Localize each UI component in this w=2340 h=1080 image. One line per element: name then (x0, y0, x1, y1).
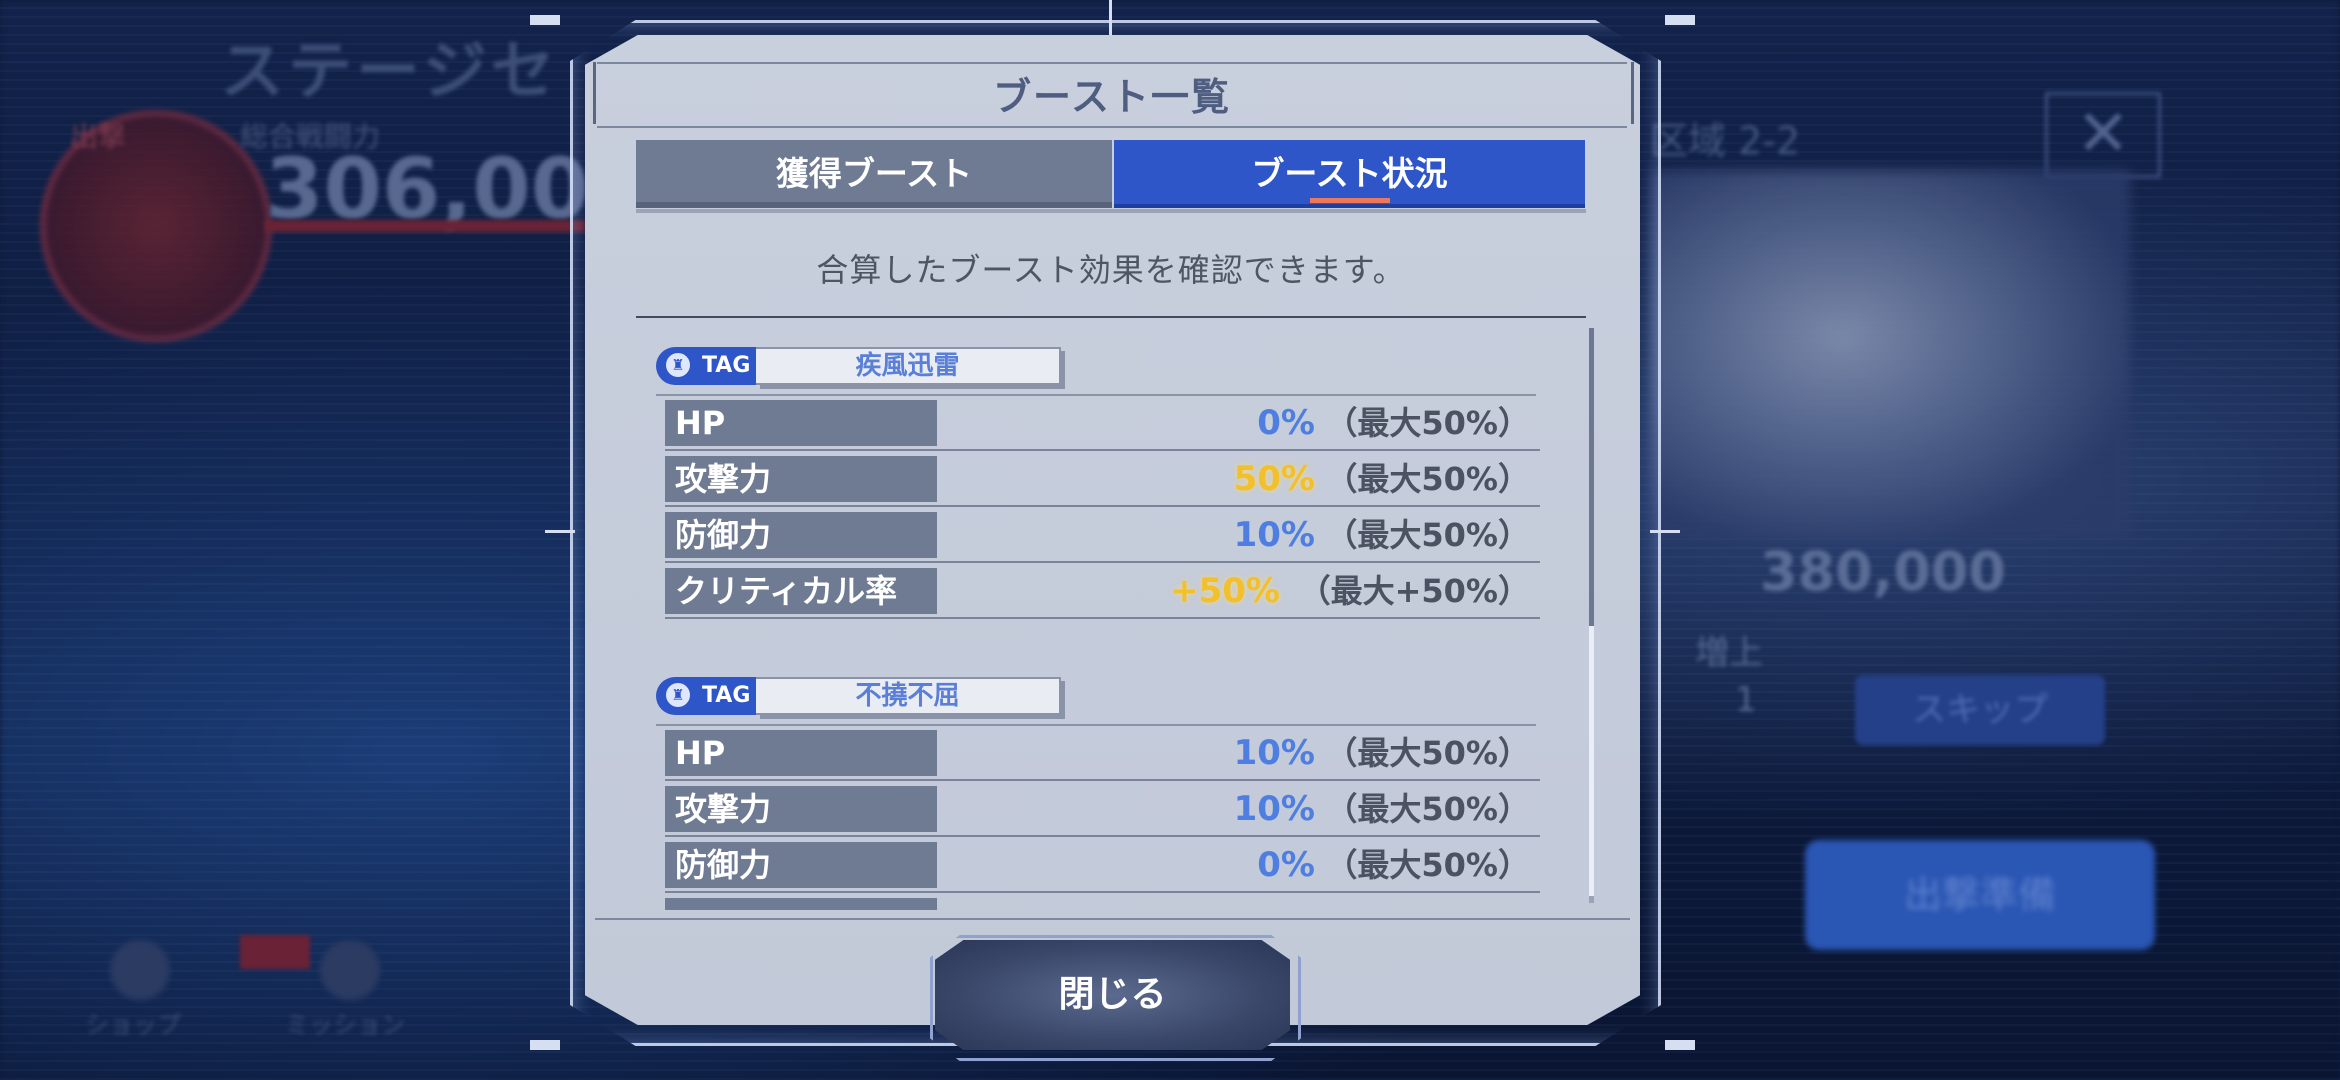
stat-row: 攻撃力 10% （最大50%） (665, 786, 1540, 837)
stat-row: HP 10% （最大50%） (665, 730, 1540, 781)
bg-sortie-button: 出撃準備 (1805, 840, 2155, 950)
tag-badge: ♜ TAG (656, 677, 756, 715)
stat-max: （最大50%） (1325, 790, 1530, 828)
row-divider (665, 835, 1540, 837)
stat-max: （最大50%） (1325, 404, 1530, 442)
bg-increase-label: 増上 (1695, 633, 1763, 673)
row-divider (665, 617, 1540, 619)
bg-new-badge (240, 935, 310, 969)
stat-label: 防御力 (665, 512, 937, 558)
tag-name: 不撓不屈 (756, 677, 1061, 715)
frame-corner-tl (530, 15, 560, 25)
stat-row: 防御力 10% （最大50%） (665, 512, 1540, 563)
stat-max: （最大50%） (1325, 846, 1530, 884)
frame-tick-left (545, 530, 575, 533)
tag-badge: ♜ TAG (656, 347, 756, 385)
description-text: 合算したブースト効果を確認できます。 (816, 251, 1406, 289)
active-tab-indicator (1310, 198, 1390, 203)
row-divider (665, 505, 1540, 507)
stat-value: +50% (1170, 571, 1280, 611)
bg-shop-label: ショップ (85, 1011, 181, 1039)
stat-label: 攻撃力 (665, 786, 937, 832)
bg-stage-title: ステージセ (220, 35, 559, 109)
dialog-title: ブースト一覧 (992, 75, 1232, 119)
bg-unit-image (1650, 170, 2130, 540)
close-button[interactable]: 閉じる (935, 940, 1290, 1050)
tab-acquired-boost[interactable]: 獲得ブースト (636, 140, 1112, 208)
bg-power-label: 出撃 (70, 120, 127, 153)
bg-unit-power: 380,000 (1760, 540, 2006, 603)
bg-shop-icon (110, 940, 170, 1000)
stat-label-partial (665, 898, 937, 910)
stat-value: 50% (1233, 459, 1315, 499)
bg-mission-icon (320, 940, 380, 1000)
tag-badge-label: TAG (702, 683, 751, 708)
content-separator (636, 316, 1586, 318)
stat-value: 10% (1233, 733, 1315, 773)
frame-corner-bl (530, 1040, 560, 1050)
tag-underline (656, 394, 1536, 396)
bg-mission-label: ミッション (285, 1011, 405, 1039)
row-divider (665, 779, 1540, 781)
row-divider (665, 449, 1540, 451)
stat-max: （最大+50%） (1298, 572, 1530, 610)
bg-power-bar (265, 220, 585, 232)
bottom-separator (595, 918, 1630, 920)
frame-tick-right (1650, 530, 1680, 533)
tag-emblem-icon: ♜ (666, 353, 690, 377)
scrollbar-highlight (1589, 626, 1594, 896)
tag-emblem-icon: ♜ (666, 683, 690, 707)
stat-value: 10% (1233, 515, 1315, 555)
stat-max: （最大50%） (1325, 460, 1530, 498)
tag-name: 疾風迅雷 (756, 347, 1061, 385)
stat-row: クリティカル率 +50% （最大+50%） (665, 568, 1540, 619)
stat-max: （最大50%） (1325, 516, 1530, 554)
stat-value: 10% (1233, 789, 1315, 829)
frame-corner-br (1665, 1040, 1695, 1050)
tag-underline (656, 724, 1536, 726)
row-divider (665, 891, 1540, 893)
stat-label: HP (665, 400, 937, 446)
boost-list-scroll-area[interactable]: ♜ TAG 疾風迅雷 HP 0% （最大50%） 攻撃力 50% （最大50%）… (650, 325, 1600, 910)
stat-row: 防御力 0% （最大50%） (665, 842, 1540, 893)
stat-max: （最大50%） (1325, 734, 1530, 772)
bg-skip-button: スキップ (1855, 675, 2105, 745)
stat-label: HP (665, 730, 937, 776)
tab-baseline (636, 209, 1586, 213)
bg-increase-value: 1 (1735, 680, 1757, 720)
bg-close-icon: ✕ (2045, 92, 2161, 178)
row-divider (665, 561, 1540, 563)
tag-badge-label: TAG (702, 353, 751, 378)
stat-label: クリティカル率 (665, 568, 937, 614)
stat-label: 防御力 (665, 842, 937, 888)
scrollbar-thumb[interactable] (1589, 328, 1594, 626)
stat-row-partial (665, 898, 1540, 910)
stat-label: 攻撃力 (665, 456, 937, 502)
stat-value: 0% (1257, 403, 1315, 443)
stat-row: HP 0% （最大50%） (665, 400, 1540, 451)
bg-area-label: 区域 2-2 (1650, 119, 1801, 163)
frame-corner-tr (1665, 15, 1695, 25)
stat-value: 0% (1257, 845, 1315, 885)
stat-row: 攻撃力 50% （最大50%） (665, 456, 1540, 507)
